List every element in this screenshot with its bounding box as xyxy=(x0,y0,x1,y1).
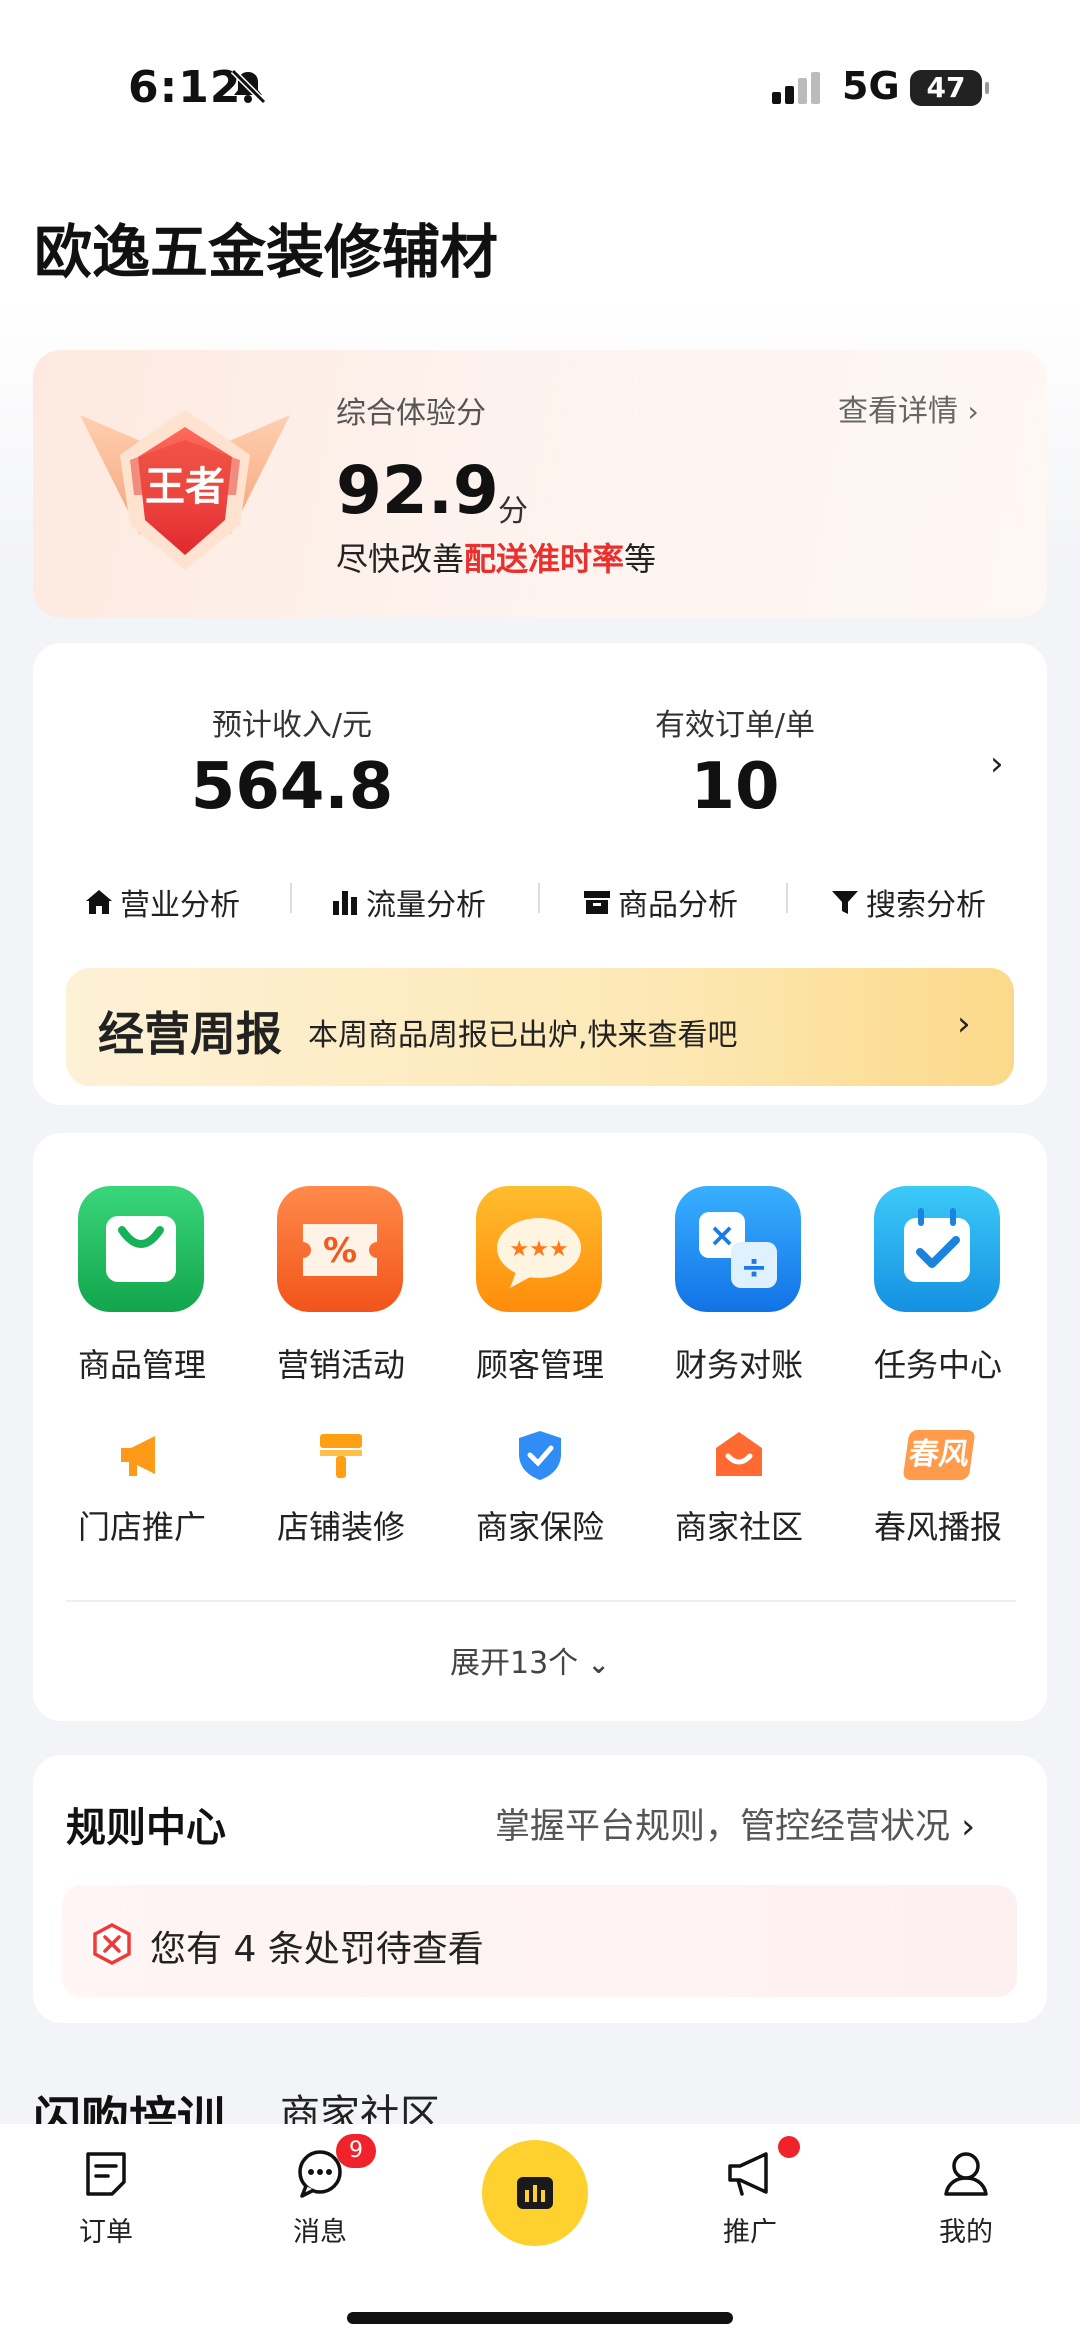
income-value[interactable]: 564.8 xyxy=(142,750,442,824)
megaphone-icon xyxy=(121,1436,155,1476)
merchant-insurance-button[interactable] xyxy=(513,1428,567,1486)
weekly-report-subtitle: 本周商品周报已出炉,快来查看吧 xyxy=(308,1018,738,1053)
svg-text:×: × xyxy=(709,1216,736,1254)
king-badge-icon: 王者 xyxy=(80,410,290,570)
box-icon xyxy=(584,891,610,914)
finance-button[interactable]: × ÷ xyxy=(675,1186,801,1316)
improvement-hint: 尽快改善配送准时率等 xyxy=(336,540,657,578)
bell-muted-icon xyxy=(230,68,267,105)
svg-text:%: % xyxy=(323,1231,357,1271)
calendar-check-icon xyxy=(874,1186,1000,1312)
analysis-product[interactable]: 商品分析 xyxy=(582,880,738,924)
nav-profile[interactable] xyxy=(940,2148,992,2204)
score-unit: 分 xyxy=(498,494,528,529)
income-label: 预计收入/元 xyxy=(211,708,373,743)
order-icon xyxy=(86,2152,126,2196)
promotion-red-dot xyxy=(778,2136,800,2158)
home-indicator[interactable] xyxy=(347,2312,733,2324)
analysis-search[interactable]: 搜索分析 xyxy=(830,880,986,924)
expand-more-button[interactable]: 展开13个 ⌄ xyxy=(450,1638,610,1682)
nav-label: 消息 xyxy=(293,2217,347,2248)
tool-label: 店铺装修 xyxy=(276,1508,405,1546)
badge-text: 王者 xyxy=(145,464,225,510)
merchant-community-button[interactable] xyxy=(712,1428,766,1486)
stats-chevron-right-icon[interactable]: › xyxy=(990,744,1004,784)
status-time: 6:12 xyxy=(128,62,242,113)
network-type: 5G xyxy=(842,64,900,108)
analysis-divider xyxy=(290,883,292,913)
message-badge: 9 xyxy=(336,2134,376,2168)
score-value: 92.9 xyxy=(336,452,499,529)
coupon-icon: % xyxy=(277,1186,403,1312)
calculator-icon: × ÷ xyxy=(675,1186,801,1312)
penalty-warning-icon xyxy=(93,1923,131,1965)
task-center-button[interactable] xyxy=(874,1186,1000,1316)
chat-bubble-icon: ★★★ xyxy=(476,1186,602,1312)
analysis-business[interactable]: 营业分析 xyxy=(84,880,240,924)
paint-brush-icon xyxy=(320,1434,362,1478)
megaphone-outline-icon xyxy=(728,2152,768,2196)
store-promotion-button[interactable] xyxy=(115,1428,169,1486)
tool-label: 顾客管理 xyxy=(475,1346,604,1384)
nav-label: 订单 xyxy=(79,2217,133,2248)
tool-label: 商家社区 xyxy=(674,1508,803,1546)
spring-news-icon[interactable]: 春风 xyxy=(902,1430,976,1480)
rules-title: 规则中心 xyxy=(66,1805,226,1851)
view-details-link[interactable]: 查看详情 › xyxy=(838,386,979,430)
tool-label: 门店推广 xyxy=(77,1508,206,1546)
nav-promotion[interactable] xyxy=(724,2148,778,2204)
nav-label: 我的 xyxy=(939,2217,993,2248)
tool-label: 任务中心 xyxy=(873,1346,1002,1384)
penalty-text: 您有 4 条处罚待查看 xyxy=(150,1929,484,1970)
analysis-traffic[interactable]: 流量分析 xyxy=(330,880,486,924)
weekly-chevron-right-icon[interactable]: › xyxy=(957,1004,971,1044)
chevron-right-icon: › xyxy=(961,1807,976,1847)
nav-orders[interactable] xyxy=(80,2148,132,2204)
store-decoration-button[interactable] xyxy=(314,1428,368,1486)
weekly-report-title: 经营周报 xyxy=(98,1007,282,1061)
rules-subtitle[interactable]: 掌握平台规则，管控经营状况 › xyxy=(495,1798,975,1849)
tool-label: 财务对账 xyxy=(674,1346,803,1384)
community-icon xyxy=(716,1432,762,1476)
user-icon xyxy=(944,2152,988,2196)
tool-label: 商家保险 xyxy=(475,1508,604,1546)
orders-label: 有效订单/单 xyxy=(654,708,816,743)
tool-label: 营销活动 xyxy=(276,1346,405,1384)
product-management-button[interactable] xyxy=(78,1186,204,1316)
nav-dashboard[interactable] xyxy=(482,2140,588,2246)
shop-name: 欧逸五金装修辅材 xyxy=(34,218,499,286)
score-label: 综合体验分 xyxy=(336,396,486,431)
chevron-right-icon: › xyxy=(967,395,979,428)
tool-label: 商品管理 xyxy=(77,1346,206,1384)
tool-label: 春风播报 xyxy=(873,1508,1002,1546)
filter-icon xyxy=(832,891,858,914)
analysis-divider xyxy=(786,883,788,913)
nav-label: 推广 xyxy=(723,2217,777,2248)
tools-divider xyxy=(66,1600,1016,1602)
battery-indicator: 47 xyxy=(910,70,989,106)
dashboard-icon xyxy=(517,2177,553,2209)
chevron-down-icon: ⌄ xyxy=(587,1650,610,1680)
shopping-bag-icon xyxy=(78,1186,204,1312)
customer-management-button[interactable]: ★★★ xyxy=(476,1186,602,1316)
shield-check-icon xyxy=(519,1431,561,1480)
signal-icon xyxy=(772,72,820,104)
hint-highlight: 配送准时率 xyxy=(464,540,625,578)
svg-text:÷: ÷ xyxy=(741,1248,768,1286)
orders-value[interactable]: 10 xyxy=(585,750,885,824)
marketing-button[interactable]: % xyxy=(277,1186,403,1316)
bar-chart-icon xyxy=(333,891,357,915)
svg-text:★★★: ★★★ xyxy=(509,1237,568,1262)
analysis-divider xyxy=(538,883,540,913)
home-icon xyxy=(86,890,112,914)
